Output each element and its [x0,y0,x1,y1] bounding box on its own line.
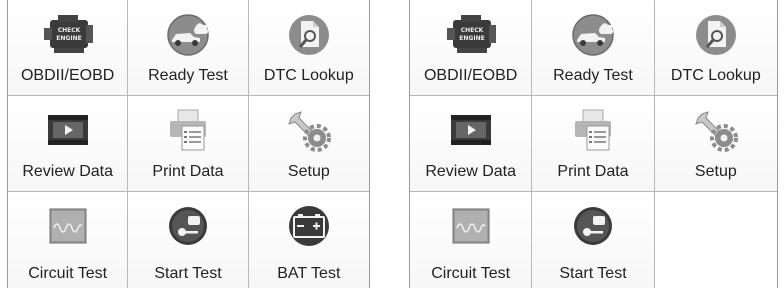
menu-tile-ready-test[interactable]: Ready Test [128,0,249,96]
menu-tile-label: Start Test [559,265,627,282]
printer-icon [565,106,621,154]
menu-tile-label: Ready Test [148,67,228,84]
main-menu-panel-right: CHECK ENGINE OBDII/EOBD Ready Test DTC L… [409,0,778,288]
menu-tile-dtc-lookup[interactable]: DTC Lookup [248,0,369,96]
menu-tile-empty [654,192,777,288]
menu-tile-label: BAT Test [277,265,341,282]
menu-tile-start-test[interactable]: Start Test [128,192,249,288]
menu-tile-setup[interactable]: Setup [654,96,777,192]
wrench-gear-icon [281,106,337,154]
menu-tile-obdii[interactable]: CHECK ENGINE OBDII/EOBD [8,0,129,96]
menu-tile-label: Setup [694,163,737,180]
waveform-icon [40,202,96,250]
main-menu-panel-left: CHECK ENGINE OBDII/EOBD Ready Test DTC L… [7,0,370,288]
printer-icon [160,106,216,154]
menu-tile-bat-test[interactable]: BAT Test [248,192,369,288]
check-engine-text-2: ENGINE [56,35,81,42]
menu-tile-review-data[interactable]: Review Data [8,96,129,192]
menu-tile-label: Ready Test [553,67,633,84]
check-engine-text-1: CHECK [460,27,483,34]
menu-tile-review-data[interactable]: Review Data [410,96,533,192]
menu-tile-label: OBDII/EOBD [423,67,518,84]
check-engine-text-2: ENGINE [459,35,484,42]
menu-tile-label: Circuit Test [28,265,108,282]
menu-tile-label: DTC Lookup [670,67,761,84]
document-search-icon [281,10,337,58]
check-engine-icon: CHECK ENGINE [40,10,96,58]
menu-tile-label: Start Test [154,265,222,282]
menu-tile-obdii[interactable]: CHECK ENGINE OBDII/EOBD [410,0,533,96]
menu-tile-circuit-test[interactable]: Circuit Test [410,192,533,288]
engine-key-icon [565,202,621,250]
menu-tile-ready-test[interactable]: Ready Test [532,0,655,96]
ready-test-car-icon [160,10,216,58]
menu-tile-label: Print Data [152,163,224,180]
battery-icon [281,202,337,250]
menu-tile-label: Print Data [557,163,629,180]
menu-tile-print-data[interactable]: Print Data [128,96,249,192]
menu-grid: CHECK ENGINE OBDII/EOBD Ready Test DTC L… [8,0,369,288]
ready-test-car-icon [565,10,621,58]
video-play-icon [40,106,96,154]
menu-grid: CHECK ENGINE OBDII/EOBD Ready Test DTC L… [410,0,777,288]
menu-tile-label: Setup [287,163,330,180]
menu-tile-label: Circuit Test [431,265,511,282]
engine-key-icon [160,202,216,250]
menu-tile-print-data[interactable]: Print Data [532,96,655,192]
menu-tile-label: Review Data [425,163,517,180]
waveform-icon [443,202,499,250]
wrench-gear-icon [688,106,744,154]
menu-tile-label: Review Data [22,163,114,180]
menu-tile-label: DTC Lookup [263,67,354,84]
menu-tile-start-test[interactable]: Start Test [532,192,655,288]
menu-tile-label: OBDII/EOBD [20,67,115,84]
video-play-icon [443,106,499,154]
document-search-icon [688,10,744,58]
menu-tile-setup[interactable]: Setup [248,96,369,192]
menu-tile-circuit-test[interactable]: Circuit Test [8,192,129,288]
check-engine-icon: CHECK ENGINE [443,10,499,58]
check-engine-text-1: CHECK [57,27,80,34]
menu-tile-dtc-lookup[interactable]: DTC Lookup [654,0,777,96]
